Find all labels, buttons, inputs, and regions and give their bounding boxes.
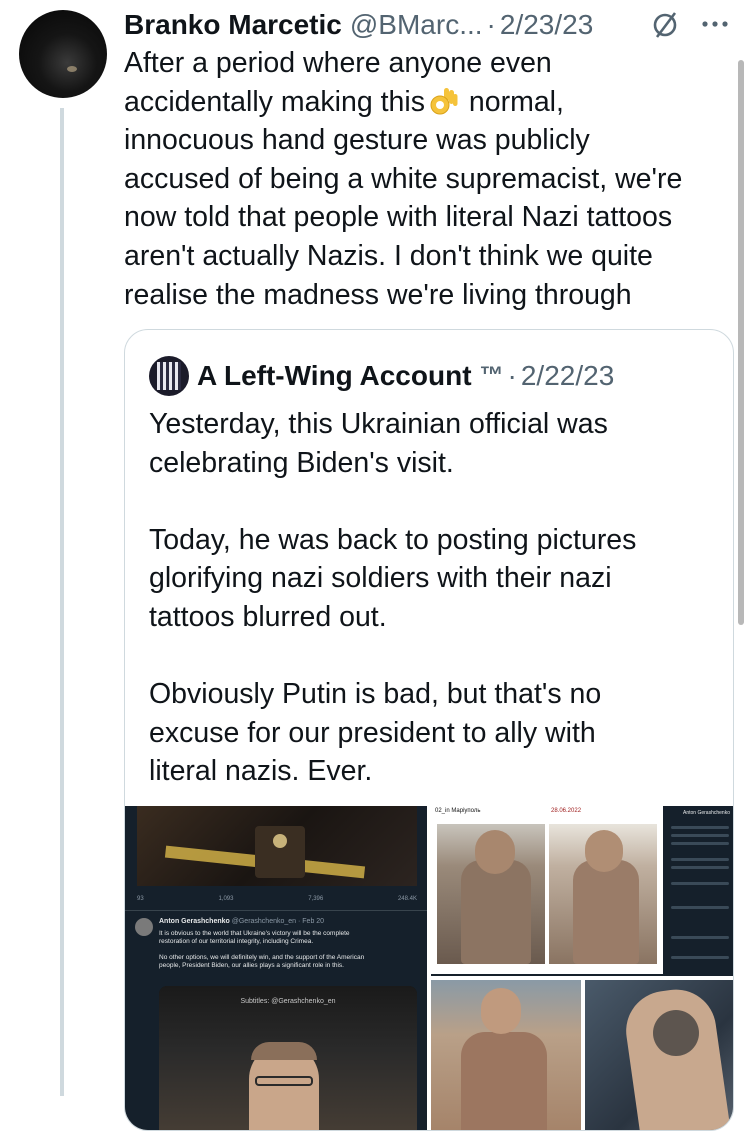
side-line [671, 956, 729, 959]
quoted-author-avatar [149, 356, 189, 396]
side-line [671, 826, 729, 829]
avatar-light [67, 66, 77, 72]
scrollbar[interactable] [738, 60, 744, 625]
photo-bottom-left-head [481, 988, 521, 1034]
photo-caption-left: 02_in Маріуполь [435, 808, 481, 814]
avatar-flag-stripes [157, 362, 181, 390]
side-line [671, 936, 729, 939]
embedded-author: Anton Gerashchenko [159, 918, 230, 925]
side-line [671, 858, 729, 861]
side-line [671, 834, 729, 837]
media-photo-top-right[interactable]: 02_in Маріуполь 28.06.2022 Anton Gerashc… [431, 806, 733, 976]
speaker-hair [251, 1042, 317, 1060]
photo-caption-right: 28.06.2022 [551, 808, 582, 814]
photo-right-head [585, 830, 623, 872]
tweet-date[interactable]: 2/23/23 [500, 9, 593, 41]
quoted-author-name: A Left-Wing Account [197, 360, 472, 391]
photo-left-head [475, 830, 515, 874]
media-photo-bottom-right[interactable] [431, 980, 733, 1130]
embedded-header: Anton Gerashchenko @Gerashchenko_en · Fe… [159, 918, 324, 925]
side-tweet-author: Anton Gerashchenko [683, 810, 730, 816]
trademark-badge: ™ [479, 362, 504, 389]
embedded-divider [125, 910, 427, 911]
video-subtitle: Subtitles: @Gerashchenko_en [240, 998, 336, 1005]
more-options-icon[interactable] [698, 12, 732, 36]
arm-tattoo [653, 1010, 699, 1056]
speaker-glasses [255, 1076, 313, 1086]
stat-retweets: 1,093 [218, 896, 234, 902]
side-line [671, 882, 729, 885]
photo-left-body [461, 860, 531, 964]
author-name[interactable]: Branko Marcetic [124, 9, 342, 41]
quoted-tweet-card[interactable]: A Left-Wing Account ™ · 2/22/23 Yesterda… [124, 329, 734, 1131]
stat-likes: 7,396 [308, 896, 324, 902]
stat-views: 248.4K [397, 896, 417, 902]
side-line [671, 866, 729, 869]
thread-line [60, 108, 64, 1096]
tweet-text-part-2: normal, innocuous hand gesture was publi… [124, 85, 683, 311]
quoted-media-grid[interactable]: 93 1,093 7,396 248.4K Anton Gerashchenko… [125, 806, 733, 1130]
side-tweet-panel: Anton Gerashchenko [667, 806, 733, 976]
author-handle[interactable]: @BMarc... [350, 9, 483, 41]
embedded-stats: 93 1,093 7,396 248.4K [137, 896, 417, 902]
media-screenshot-left[interactable]: 93 1,093 7,396 248.4K Anton Gerashchenko… [125, 806, 427, 1130]
quoted-tweet-text: Yesterday, this Ukrainian official was c… [149, 408, 637, 788]
embedded-text: It is obvious to the world that Ukraine'… [159, 930, 365, 969]
ok-hand-emoji-icon [430, 87, 458, 115]
embedded-avatar [135, 918, 153, 936]
hide-reply-icon[interactable] [650, 10, 680, 40]
photo-right-body [573, 860, 639, 964]
stat-replies: 93 [137, 896, 144, 902]
tweet-header: Branko Marcetic @BMarc... · 2/23/23 [124, 8, 593, 42]
tweet-text: After a period where anyone even acciden… [124, 44, 724, 314]
photo-bottom-left-body [461, 1032, 547, 1130]
side-line [671, 842, 729, 845]
embedded-video: Subtitles: @Gerashchenko_en [159, 986, 417, 1130]
side-line [671, 906, 729, 909]
quoted-tweet-header: A Left-Wing Account ™ · 2/22/23 [197, 356, 614, 396]
embedded-handle: @Gerashchenko_en · Feb 20 [231, 918, 325, 925]
quoted-tweet-date: 2/22/23 [520, 360, 615, 391]
podium-seal [273, 834, 287, 848]
header-separator: · [486, 9, 496, 40]
author-avatar[interactable] [19, 10, 107, 98]
quoted-header-separator: · [507, 360, 517, 391]
